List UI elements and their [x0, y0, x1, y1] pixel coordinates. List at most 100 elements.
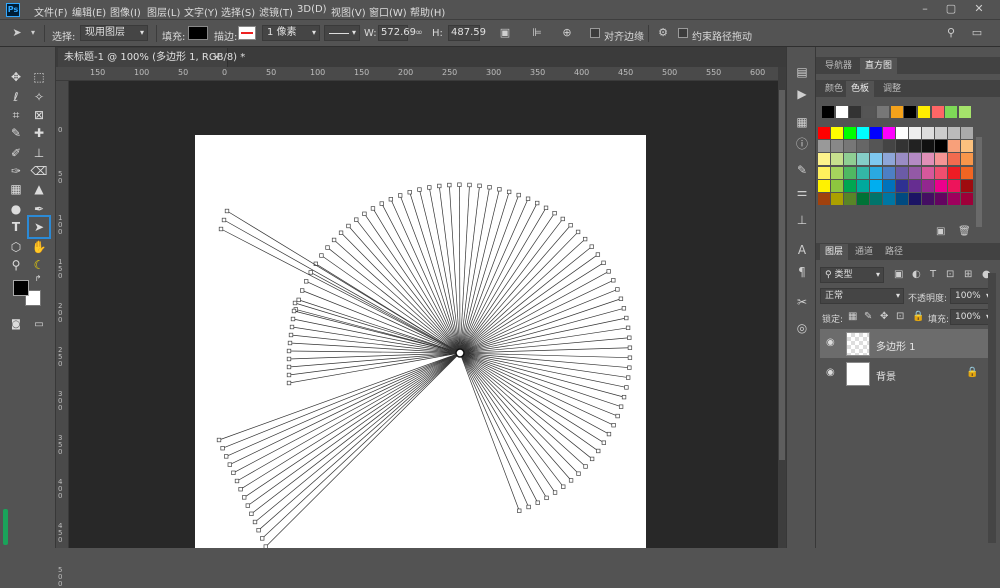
anchor-point[interactable]: [506, 189, 512, 195]
anchor-point[interactable]: [417, 187, 422, 192]
anchor-point[interactable]: [388, 197, 394, 202]
anchor-point[interactable]: [526, 504, 531, 510]
tab-swatches[interactable]: 色板: [846, 81, 875, 97]
color-swatch[interactable]: [818, 166, 830, 179]
color-swatch[interactable]: [961, 193, 973, 205]
color-swatch[interactable]: [857, 179, 869, 192]
anchor-point[interactable]: [568, 223, 573, 228]
menu-3d[interactable]: 3D(D): [297, 4, 327, 15]
color-swatch[interactable]: [909, 166, 921, 179]
swap-colors-icon[interactable]: ↱: [32, 273, 44, 285]
anchor-point[interactable]: [238, 487, 243, 492]
path-alignment-icon[interactable]: ⊫: [530, 26, 544, 40]
anchor-point[interactable]: [398, 193, 403, 198]
anchor-point[interactable]: [552, 210, 557, 216]
stroke-width-field[interactable]: 1 像素 ▾: [262, 25, 320, 41]
anchor-point[interactable]: [611, 423, 616, 428]
scrollbar-thumb[interactable]: [779, 90, 785, 460]
anchor-point[interactable]: [286, 356, 292, 362]
color-swatch[interactable]: [876, 106, 889, 118]
anchor-point[interactable]: [346, 223, 351, 229]
anchor-point[interactable]: [249, 511, 254, 516]
filter-adjustment-icon[interactable]: ◐: [912, 269, 921, 280]
frame-tool-icon[interactable]: ⊠: [29, 105, 49, 125]
color-swatch[interactable]: [849, 106, 862, 118]
menu-window[interactable]: 窗口(W): [369, 4, 407, 19]
anchor-point[interactable]: [615, 413, 620, 419]
tab-color[interactable]: 颜色: [820, 81, 848, 97]
color-swatch[interactable]: [896, 179, 908, 192]
anchor-point[interactable]: [300, 288, 305, 293]
workspace-icon[interactable]: ▭: [970, 26, 984, 40]
color-swatch[interactable]: [922, 140, 934, 153]
link-icon[interactable]: ∞: [412, 26, 426, 40]
color-swatch[interactable]: [835, 106, 848, 118]
color-swatch[interactable]: [831, 179, 843, 192]
anchor-point[interactable]: [606, 269, 611, 274]
anchor-point[interactable]: [589, 244, 594, 249]
anchor-point[interactable]: [477, 183, 482, 188]
color-swatch[interactable]: [961, 153, 973, 166]
direct-selection-tool-icon[interactable]: ➤: [27, 215, 51, 239]
layer-name[interactable]: 背景: [876, 368, 896, 383]
anchor-point[interactable]: [517, 508, 522, 513]
anchor-point[interactable]: [627, 345, 633, 350]
filter-type-icon[interactable]: T: [930, 269, 936, 280]
anchor-point[interactable]: [467, 182, 472, 188]
hand-tool-icon[interactable]: ✋: [29, 237, 49, 257]
color-swatch[interactable]: [831, 127, 843, 139]
minimize-icon[interactable]: –: [918, 2, 932, 16]
color-swatch[interactable]: [818, 153, 830, 166]
foreground-color-swatch[interactable]: [13, 280, 29, 296]
color-swatch[interactable]: [863, 106, 876, 118]
color-swatch[interactable]: [896, 153, 908, 166]
anchor-point[interactable]: [611, 278, 616, 283]
anchor-point[interactable]: [290, 316, 296, 322]
character-icon[interactable]: A: [793, 241, 811, 259]
anchor-point[interactable]: [552, 490, 558, 495]
color-swatch[interactable]: [909, 179, 921, 192]
center-anchor[interactable]: [455, 348, 465, 358]
anchor-point[interactable]: [289, 324, 295, 330]
anchor-point[interactable]: [627, 365, 632, 370]
anchor-point[interactable]: [427, 185, 432, 190]
filter-smart-object-icon[interactable]: ⊞: [964, 269, 972, 280]
anchor-point[interactable]: [516, 192, 521, 198]
color-swatch[interactable]: [935, 166, 947, 179]
color-swatch[interactable]: [917, 106, 930, 118]
color-swatch[interactable]: [931, 106, 944, 118]
close-window-icon[interactable]: ✕: [972, 2, 986, 16]
stroke-type-dropdown[interactable]: ▾: [324, 25, 360, 41]
clone-source-icon[interactable]: ⊥: [793, 211, 811, 229]
lock-image-icon[interactable]: ✎: [864, 311, 872, 322]
anchor-point[interactable]: [561, 484, 566, 489]
properties-icon[interactable]: ▦: [793, 113, 811, 131]
type-tool-icon[interactable]: T: [6, 217, 26, 237]
color-swatch[interactable]: [948, 179, 960, 192]
anchor-point[interactable]: [535, 200, 540, 206]
color-swatch[interactable]: [883, 140, 895, 153]
lock-transparent-icon[interactable]: ▦: [848, 311, 857, 322]
anchor-point[interactable]: [601, 260, 606, 265]
visibility-eye-icon[interactable]: ◉: [826, 367, 835, 378]
color-swatch[interactable]: [857, 153, 869, 166]
info-icon[interactable]: ⓘ: [793, 135, 811, 153]
color-swatch[interactable]: [904, 106, 917, 118]
color-swatch[interactable]: [890, 106, 903, 118]
color-swatch[interactable]: [883, 127, 895, 139]
anchor-point[interactable]: [487, 185, 492, 190]
color-swatch[interactable]: [870, 166, 882, 179]
zoom-tool-icon[interactable]: ⚲: [6, 255, 26, 275]
anchor-point[interactable]: [560, 216, 565, 222]
stroke-color-swatch[interactable]: [238, 26, 256, 40]
swatches-scrollbar[interactable]: [976, 137, 982, 227]
color-swatch[interactable]: [896, 166, 908, 179]
color-swatch[interactable]: [831, 140, 843, 153]
color-swatch[interactable]: [959, 106, 971, 118]
color-swatch[interactable]: [945, 106, 958, 118]
eraser-icon[interactable]: ⌫: [29, 161, 49, 181]
menu-edit[interactable]: 编辑(E): [72, 4, 106, 19]
anchor-point[interactable]: [252, 519, 258, 525]
anchor-point[interactable]: [625, 325, 631, 330]
color-swatch[interactable]: [909, 193, 921, 205]
